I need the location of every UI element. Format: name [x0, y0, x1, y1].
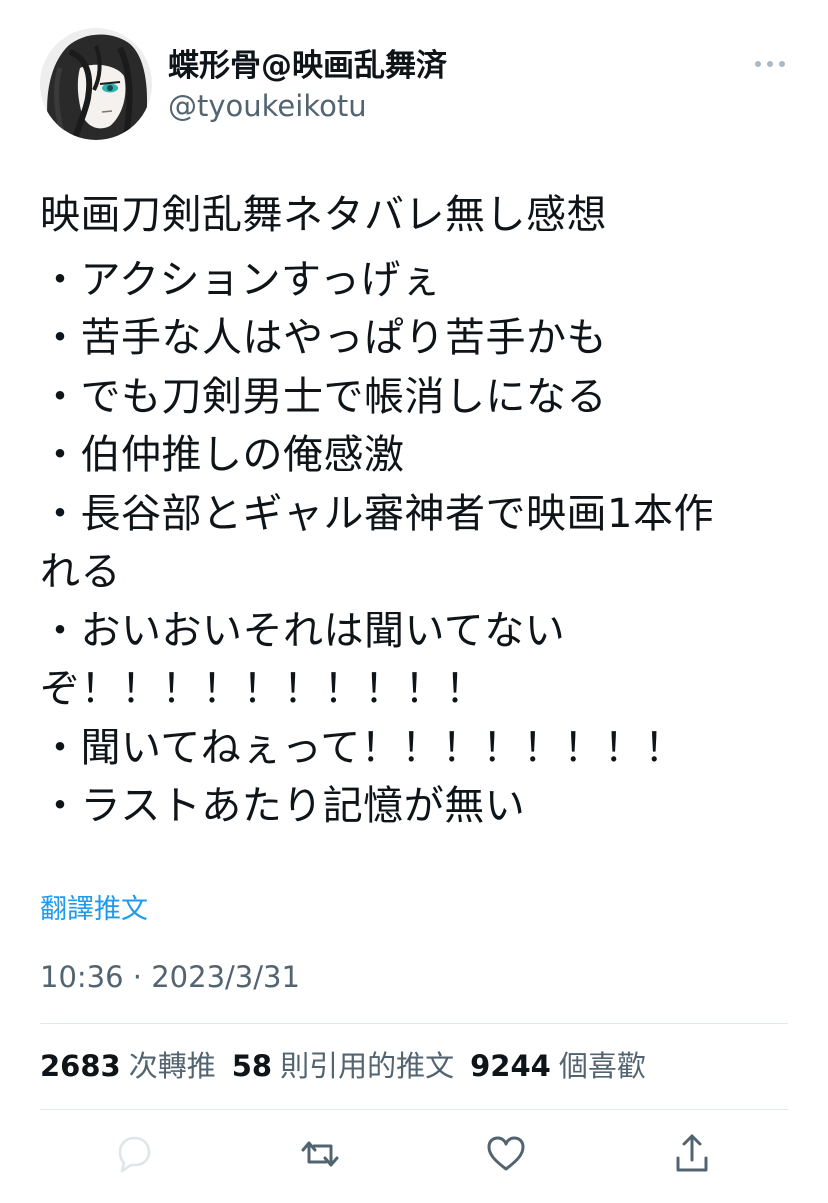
quotes-stat[interactable]: 58 則引用的推文	[232, 1046, 454, 1086]
quotes-count: 58	[231, 1049, 273, 1083]
reply-icon[interactable]	[110, 1130, 158, 1178]
share-icon[interactable]	[668, 1130, 716, 1178]
retweets-stat[interactable]: 2683 次轉推	[40, 1046, 216, 1086]
likes-label: 個喜歡	[558, 1049, 646, 1083]
avatar[interactable]	[40, 28, 152, 140]
likes-stat[interactable]: 9244 個喜歡	[470, 1046, 646, 1086]
tweet-line: ・伯仲推しの俺感激	[40, 432, 405, 478]
divider	[40, 1023, 788, 1024]
retweet-icon[interactable]	[296, 1130, 344, 1178]
tweet-stats: 2683 次轉推 58 則引用的推文 9244 個喜歡	[40, 1046, 662, 1086]
tweet-line: ・ラストあたり記憶が無い	[40, 783, 526, 829]
more-horizontal-icon[interactable]	[752, 56, 788, 72]
tweet-line: れる	[40, 549, 121, 595]
display-name[interactable]: 蝶形骨@映画乱舞済	[168, 46, 447, 86]
tweet-actions	[0, 1130, 828, 1186]
divider	[40, 1109, 788, 1110]
tweet-timestamp[interactable]: 10:36 · 2023/3/31	[40, 958, 300, 996]
tweet-line: ぞ！！！！！！！！！！	[40, 666, 486, 712]
tweet-line: ・でも刀剣男士で帳消しになる	[40, 373, 607, 420]
avatar-image	[40, 28, 152, 140]
likes-count: 9244	[470, 1049, 551, 1083]
tweet-text: 映画刀剣乱舞ネタバレ無し感想 ・アクションすっげぇ ・苦手な人はやっぱり苦手かも…	[40, 186, 800, 836]
tweet-line: ・苦手な人はやっぱり苦手かも	[40, 315, 607, 361]
quotes-label: 則引用的推文	[280, 1049, 455, 1083]
tweet-line: ・アクションすっげぇ	[40, 256, 442, 303]
translate-tweet-link[interactable]: 翻譯推文	[40, 892, 148, 928]
retweets-label: 次轉推	[128, 1049, 216, 1083]
heart-icon[interactable]	[482, 1130, 530, 1178]
tweet-line: 映画刀剣乱舞ネタバレ無し感想	[40, 192, 607, 238]
tweet-line: ・長谷部とギャル審神者で映画1本作	[40, 490, 714, 537]
retweets-count: 2683	[40, 1049, 121, 1083]
user-handle[interactable]: @tyoukeikotu	[168, 88, 367, 124]
tweet-detail: 蝶形骨@映画乱舞済 @tyoukeikotu 映画刀剣乱舞ネタバレ無し感想 ・ア…	[0, 0, 828, 1203]
tweet-line: ・おいおいそれは聞いてない	[40, 607, 566, 654]
tweet-line: ・聞いてねぇって！！！！！！！！	[40, 724, 685, 771]
